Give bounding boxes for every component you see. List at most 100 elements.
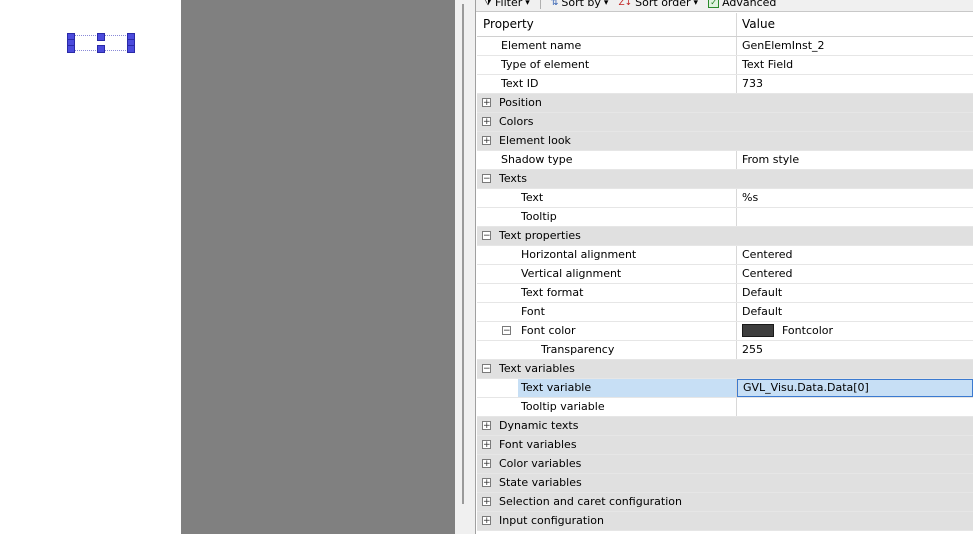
chevron-down-icon: ▾ bbox=[525, 0, 530, 8]
property-row-horizontal-alignment[interactable]: Horizontal alignment Centered bbox=[477, 246, 973, 265]
category-row-selection-caret[interactable]: + Selection and caret configuration bbox=[477, 493, 973, 512]
property-value[interactable]: 733 bbox=[737, 75, 973, 93]
property-label: Tooltip variable bbox=[521, 400, 605, 413]
chevron-down-icon: ▾ bbox=[693, 0, 699, 8]
font-color-swatch bbox=[742, 323, 774, 337]
chevron-down-icon: ▾ bbox=[603, 0, 609, 8]
property-row-shadow-type[interactable]: Shadow type From style bbox=[477, 151, 973, 170]
property-value[interactable]: %s bbox=[737, 189, 973, 207]
expand-icon[interactable]: + bbox=[482, 98, 491, 108]
category-row-position[interactable]: + Position bbox=[477, 94, 973, 113]
collapse-icon[interactable]: − bbox=[482, 231, 491, 241]
property-value[interactable]: Default bbox=[737, 284, 973, 302]
font-color-name: Fontcolor bbox=[782, 324, 834, 337]
panel-splitter[interactable] bbox=[455, 0, 475, 534]
expand-icon[interactable]: + bbox=[482, 478, 491, 488]
collapse-icon[interactable]: − bbox=[482, 364, 491, 374]
property-label: Text bbox=[521, 191, 544, 204]
checkbox-checked-icon: ✓ bbox=[708, 0, 720, 8]
sort-by-label: Sort by bbox=[561, 0, 601, 9]
category-row-dynamic-texts[interactable]: + Dynamic texts bbox=[477, 417, 973, 436]
property-label: Vertical alignment bbox=[521, 267, 622, 280]
expand-icon[interactable]: + bbox=[482, 421, 491, 431]
property-row-tooltip[interactable]: Tooltip bbox=[477, 208, 973, 227]
category-label: Color variables bbox=[499, 457, 582, 470]
category-row-element-look[interactable]: + Element look bbox=[477, 132, 973, 151]
category-row-font-variables[interactable]: + Font variables bbox=[477, 436, 973, 455]
advanced-toggle[interactable]: ✓ Advanced bbox=[708, 0, 776, 9]
category-row-texts[interactable]: − Texts bbox=[477, 170, 973, 189]
property-value[interactable]: From style bbox=[737, 151, 973, 169]
editor-background bbox=[181, 0, 455, 534]
category-label: Colors bbox=[499, 115, 534, 128]
category-row-state-variables[interactable]: + State variables bbox=[477, 474, 973, 493]
resize-handle-bottom-right[interactable] bbox=[127, 45, 135, 53]
property-row-type-of-element[interactable]: Type of element Text Field bbox=[477, 56, 973, 75]
property-row-font[interactable]: Font Default bbox=[477, 303, 973, 322]
filter-label: Filter bbox=[495, 0, 523, 9]
property-row-text-id[interactable]: Text ID 733 bbox=[477, 75, 973, 94]
property-value[interactable]: Centered bbox=[737, 246, 973, 264]
property-row-text[interactable]: Text %s bbox=[477, 189, 973, 208]
property-label: Text ID bbox=[501, 77, 539, 90]
property-row-text-variable[interactable]: Text variable GVL_Visu.Data.Data[0] bbox=[477, 379, 973, 398]
resize-handle-bottom-left[interactable] bbox=[67, 45, 75, 53]
category-row-text-properties[interactable]: − Text properties bbox=[477, 227, 973, 246]
property-value[interactable]: Fontcolor bbox=[737, 322, 973, 340]
splitter-line bbox=[462, 4, 464, 504]
property-row-tooltip-variable[interactable]: Tooltip variable bbox=[477, 398, 973, 417]
property-value[interactable]: 255 bbox=[737, 341, 973, 359]
property-label: Text variable bbox=[518, 379, 736, 397]
property-value[interactable] bbox=[737, 398, 973, 416]
category-row-colors[interactable]: + Colors bbox=[477, 113, 973, 132]
category-label: Text variables bbox=[499, 362, 575, 375]
expand-icon[interactable]: + bbox=[482, 497, 491, 507]
sort-order-icon: Z↓ bbox=[618, 0, 633, 8]
expand-icon[interactable]: + bbox=[482, 459, 491, 469]
toolbar-separator bbox=[539, 0, 541, 9]
property-value[interactable]: Default bbox=[737, 303, 973, 321]
property-value[interactable]: GenElemInst_2 bbox=[737, 37, 973, 55]
category-label: Element look bbox=[499, 134, 571, 147]
sort-by-dropdown[interactable]: ⇅ Sort by ▾ bbox=[551, 0, 609, 9]
property-label: Font color bbox=[521, 324, 576, 337]
text-variable-input[interactable]: GVL_Visu.Data.Data[0] bbox=[737, 379, 973, 397]
sort-by-icon: ⇅ bbox=[550, 0, 559, 8]
collapse-icon[interactable]: − bbox=[502, 326, 511, 336]
property-label: Tooltip bbox=[521, 210, 557, 223]
expand-icon[interactable]: + bbox=[482, 440, 491, 450]
category-label: Texts bbox=[499, 172, 527, 185]
property-row-font-color[interactable]: − Font color Fontcolor bbox=[477, 322, 973, 341]
property-row-transparency[interactable]: Transparency 255 bbox=[477, 341, 973, 360]
property-label: Font bbox=[521, 305, 545, 318]
advanced-label: Advanced bbox=[722, 0, 777, 9]
property-column-header[interactable]: Property bbox=[477, 13, 737, 36]
property-label: Horizontal alignment bbox=[521, 248, 637, 261]
category-label: Input configuration bbox=[499, 514, 604, 527]
expand-icon[interactable]: + bbox=[482, 516, 491, 526]
sort-order-dropdown[interactable]: Z↓ Sort order ▾ bbox=[618, 0, 698, 9]
resize-handle-bottom[interactable] bbox=[97, 45, 105, 53]
grid-header: Property Value bbox=[477, 13, 973, 37]
resize-handle-top[interactable] bbox=[97, 33, 105, 41]
sort-order-label: Sort order bbox=[635, 0, 691, 9]
category-row-color-variables[interactable]: + Color variables bbox=[477, 455, 973, 474]
property-row-vertical-alignment[interactable]: Vertical alignment Centered bbox=[477, 265, 973, 284]
property-value[interactable] bbox=[737, 208, 973, 226]
expand-icon[interactable]: + bbox=[482, 117, 491, 127]
expand-icon[interactable]: + bbox=[482, 136, 491, 146]
category-row-input-configuration[interactable]: + Input configuration bbox=[477, 512, 973, 531]
category-label: Dynamic texts bbox=[499, 419, 579, 432]
property-value[interactable]: Centered bbox=[737, 265, 973, 283]
property-grid: Property Value Element name GenElemInst_… bbox=[477, 13, 973, 531]
property-label: Text format bbox=[521, 286, 584, 299]
value-column-header[interactable]: Value bbox=[737, 13, 973, 36]
category-row-text-variables[interactable]: − Text variables bbox=[477, 360, 973, 379]
visualization-canvas[interactable] bbox=[0, 0, 181, 534]
collapse-icon[interactable]: − bbox=[482, 174, 491, 184]
property-value[interactable]: Text Field bbox=[737, 56, 973, 74]
properties-toolbar: ⧩ Filter ▾ ⇅ Sort by ▾ Z↓ Sort order ▾ ✓… bbox=[476, 0, 973, 12]
property-row-text-format[interactable]: Text format Default bbox=[477, 284, 973, 303]
property-row-element-name[interactable]: Element name GenElemInst_2 bbox=[477, 37, 973, 56]
filter-dropdown[interactable]: ⧩ Filter ▾ bbox=[484, 0, 530, 9]
